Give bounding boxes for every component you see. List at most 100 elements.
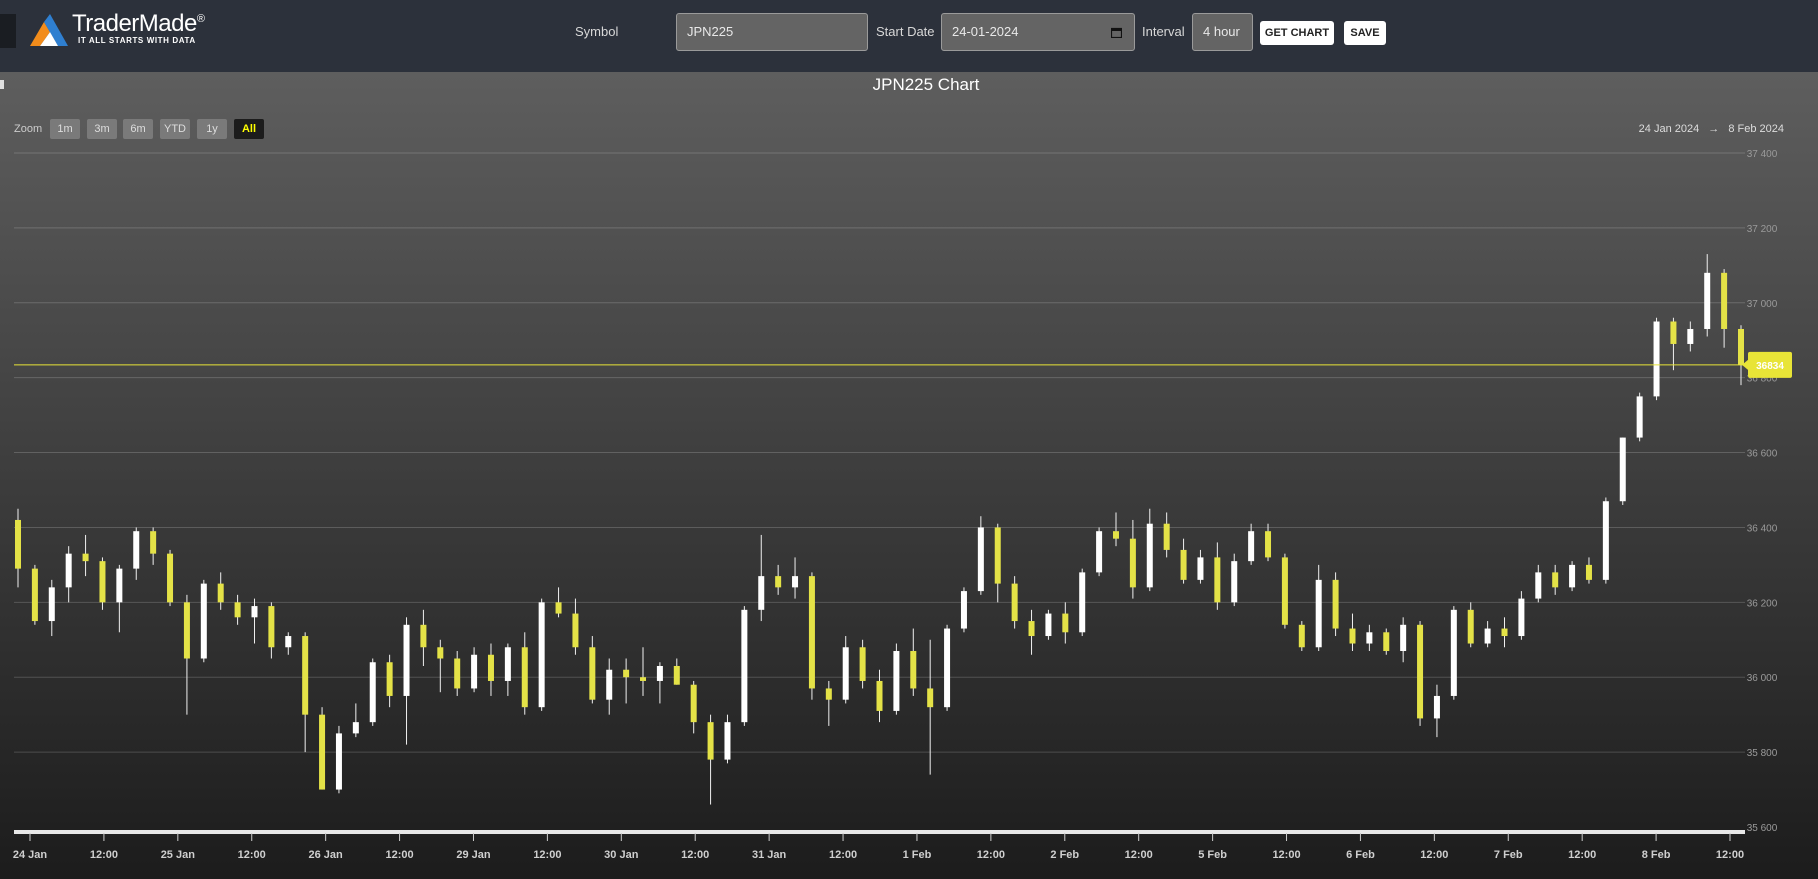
candle-body xyxy=(1585,564,1592,580)
candle-body xyxy=(1687,328,1694,344)
candle-body xyxy=(1383,632,1390,652)
candle-body xyxy=(1214,557,1221,603)
candle-body xyxy=(1450,609,1457,696)
candle-body xyxy=(183,602,190,659)
candle-body xyxy=(386,662,393,696)
y-tick-label: 36 200 xyxy=(1747,598,1778,609)
candle-body xyxy=(640,677,647,681)
x-tick-label: 12:00 xyxy=(681,849,709,861)
candle-body xyxy=(1112,531,1119,539)
candle-body xyxy=(724,722,731,760)
x-tick-label: 7 Feb xyxy=(1494,849,1523,861)
x-tick-label: 12:00 xyxy=(1420,849,1448,861)
candle-body xyxy=(1433,695,1440,719)
candle-body xyxy=(1653,321,1660,397)
candle-body xyxy=(792,576,799,588)
candle-body xyxy=(335,733,342,790)
candle-body xyxy=(555,602,562,614)
x-tick-label: 12:00 xyxy=(90,849,118,861)
candle-body xyxy=(994,527,1001,584)
candle-body xyxy=(1045,613,1052,637)
candle-body xyxy=(369,662,376,723)
candle-body xyxy=(758,576,765,610)
candle-body xyxy=(31,568,38,622)
candle-body xyxy=(1096,531,1103,573)
y-tick-label: 37 000 xyxy=(1747,299,1778,310)
candle-body xyxy=(538,602,545,708)
x-tick-label: 30 Jan xyxy=(604,849,639,861)
candle-body xyxy=(1602,501,1609,580)
candle-body xyxy=(1501,628,1508,637)
candle-body xyxy=(1670,321,1677,344)
candle-body xyxy=(1146,523,1153,588)
y-tick-label: 36 400 xyxy=(1747,523,1778,534)
candle-body xyxy=(1180,549,1187,580)
candle-body xyxy=(572,613,579,648)
y-tick-label: 36 600 xyxy=(1747,449,1778,460)
candle-body xyxy=(471,654,478,689)
candle-body xyxy=(1467,609,1474,644)
candle-body xyxy=(977,527,984,592)
candle-body xyxy=(99,561,106,603)
y-tick-label: 36 000 xyxy=(1747,673,1778,684)
candle-body xyxy=(285,636,292,648)
candle-body xyxy=(741,609,748,723)
candle-body xyxy=(1298,624,1305,648)
candle-body xyxy=(1079,572,1086,633)
x-tick-label: 12:00 xyxy=(385,849,413,861)
candle-body xyxy=(656,665,663,681)
candle-body xyxy=(1315,579,1322,648)
candle-body xyxy=(1163,523,1170,550)
candle-body xyxy=(825,688,832,700)
y-tick-label: 35 800 xyxy=(1747,748,1778,759)
candle-body xyxy=(1366,632,1373,644)
x-tick-label: 12:00 xyxy=(977,849,1005,861)
candle-body xyxy=(927,688,934,708)
candle-body xyxy=(690,684,697,723)
x-tick-label: 25 Jan xyxy=(161,849,196,861)
candle-body xyxy=(116,568,123,603)
candle-body xyxy=(606,669,613,700)
candle-body xyxy=(842,647,849,700)
candle-body xyxy=(1281,557,1288,625)
candle-body xyxy=(1552,572,1559,588)
candle-body xyxy=(707,722,714,760)
candle-body xyxy=(251,606,258,618)
candle-body xyxy=(403,624,410,696)
candle-body xyxy=(268,606,275,648)
x-tick-label: 12:00 xyxy=(1125,849,1153,861)
y-tick-label: 37 200 xyxy=(1747,224,1778,235)
candle-body xyxy=(1535,572,1542,599)
candle-body xyxy=(521,647,528,708)
candle-body xyxy=(420,624,427,648)
candle-body xyxy=(1028,621,1035,637)
candle-body xyxy=(200,583,207,659)
y-tick-label: 37 400 xyxy=(1747,149,1778,160)
candle-body xyxy=(1518,598,1525,637)
candle-body xyxy=(960,591,967,629)
candle-body xyxy=(673,665,680,685)
candle-body xyxy=(150,531,157,554)
candle-body xyxy=(1231,561,1238,603)
candle-body xyxy=(352,722,359,734)
candle-body xyxy=(217,583,224,603)
candle-body xyxy=(65,553,72,588)
candle-body xyxy=(487,654,494,681)
x-tick-label: 12:00 xyxy=(829,849,857,861)
x-tick-label: 12:00 xyxy=(1716,849,1744,861)
candle-body xyxy=(1248,531,1255,562)
x-tick-label: 12:00 xyxy=(1568,849,1596,861)
candle-body xyxy=(302,636,309,715)
candle-body xyxy=(1569,564,1576,588)
x-tick-label: 12:00 xyxy=(238,849,266,861)
candle-body xyxy=(1636,396,1643,438)
candle-body xyxy=(1062,613,1069,633)
y-tick-label: 35 600 xyxy=(1747,823,1778,834)
candle-body xyxy=(1704,272,1711,329)
candle-body xyxy=(454,658,461,689)
candle-body xyxy=(859,647,866,681)
x-tick-label: 6 Feb xyxy=(1346,849,1375,861)
last-price-label: 36834 xyxy=(1756,361,1784,372)
x-tick-label: 8 Feb xyxy=(1642,849,1671,861)
x-tick-label: 24 Jan xyxy=(13,849,48,861)
